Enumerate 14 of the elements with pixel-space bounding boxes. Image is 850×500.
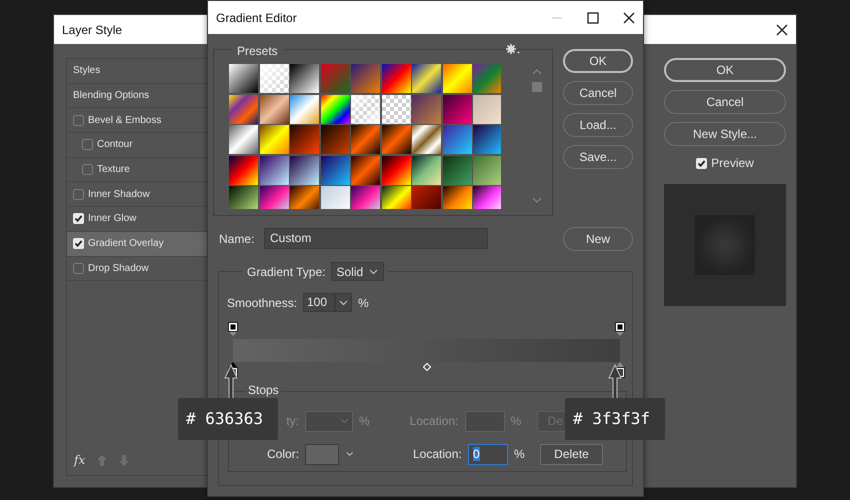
color-code-callout: # 636363: [178, 398, 278, 440]
field-label: ty:: [286, 413, 299, 430]
unit-label: %: [359, 413, 370, 430]
window-title: Gradient Editor: [216, 10, 297, 26]
field-label: Location:: [410, 413, 460, 430]
field-label: Location:: [413, 446, 463, 463]
unit-label: %: [514, 446, 526, 463]
unit-label: %: [358, 294, 369, 312]
color-code-callout: # 3f3f3f: [565, 398, 665, 440]
field-label: Gradient Type:: [247, 264, 326, 280]
window-title: Layer Style: [62, 22, 122, 38]
field-label: Smoothness:: [227, 294, 298, 312]
field-label: Color:: [266, 446, 299, 463]
unit-label: %: [510, 413, 522, 430]
